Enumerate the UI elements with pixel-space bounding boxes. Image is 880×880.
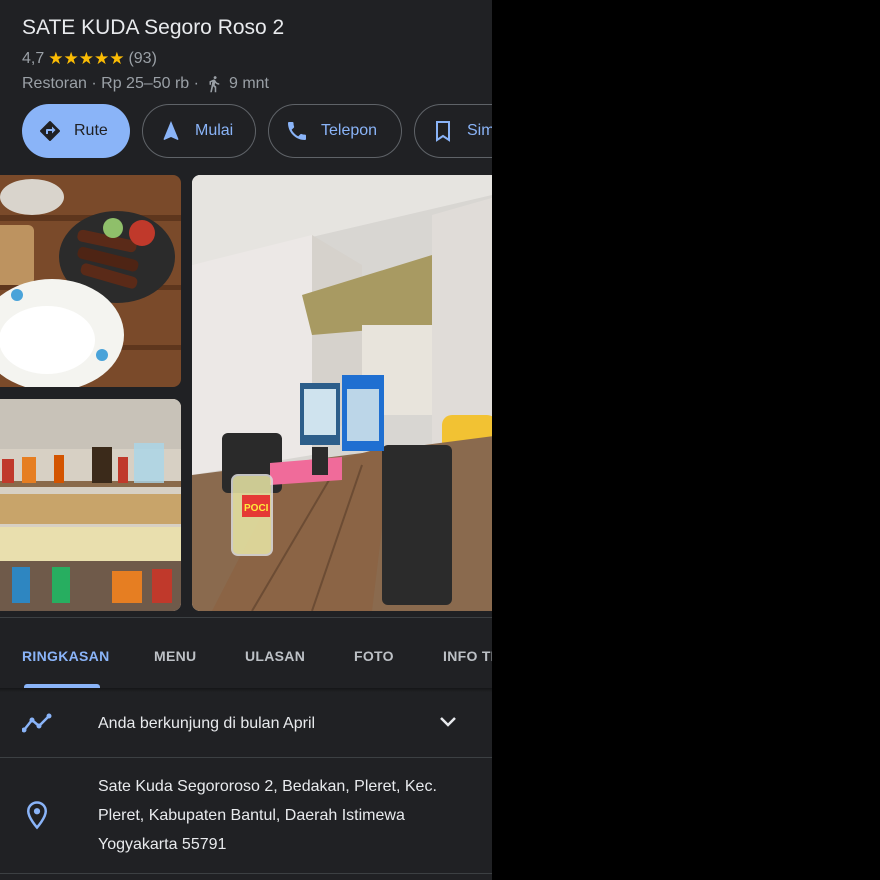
rating-value: 4,7 xyxy=(22,50,45,67)
address-line-2: Pleret, Kabupaten Bantul, Daerah Istimew… xyxy=(98,807,405,824)
walk-time: 9 mnt xyxy=(228,75,269,92)
tab-photos[interactable]: FOTO xyxy=(354,648,394,664)
tab-reviews[interactable]: ULASAN xyxy=(245,648,305,664)
star-rating-icon: ★★★★★ xyxy=(48,49,125,68)
place-meta-row: Restoran · Rp 25–50 rb · 9 mnt xyxy=(22,74,269,94)
address-text: Sate Kuda Segororoso 2, Bedakan, Pleret,… xyxy=(98,772,478,859)
directions-label: Rute xyxy=(74,122,108,139)
call-label: Telepon xyxy=(321,122,378,139)
interior-photo[interactable]: POCI xyxy=(192,175,492,611)
visit-text: Anda berkunjung di bulan April xyxy=(98,715,316,732)
walking-icon xyxy=(205,74,223,94)
visit-history-row[interactable]: Anda berkunjung di bulan April xyxy=(0,692,492,756)
trend-icon xyxy=(22,713,52,733)
action-buttons: Rute Mulai Telepon Sim xyxy=(22,104,492,158)
place-details-panel: SATE KUDA Segoro Roso 2 4,7 ★★★★★ (93) R… xyxy=(0,0,492,880)
bookmark-icon xyxy=(436,121,450,142)
review-count: (93) xyxy=(128,50,157,67)
save-label: Sim xyxy=(467,122,492,139)
photos-divider xyxy=(0,617,492,618)
navigation-icon xyxy=(163,121,179,140)
tab-overview[interactable]: RINGKASAN xyxy=(22,648,109,664)
save-button[interactable]: Sim xyxy=(414,104,492,158)
cup-label: POCI xyxy=(244,503,269,514)
shelf-photo[interactable] xyxy=(0,399,181,611)
start-label: Mulai xyxy=(195,122,234,139)
food-photo[interactable] xyxy=(0,175,181,387)
rating-row[interactable]: 4,7 ★★★★★ (93) xyxy=(22,49,157,69)
start-button[interactable]: Mulai xyxy=(142,104,256,158)
tab-menu[interactable]: MENU xyxy=(154,648,196,664)
directions-button[interactable]: Rute xyxy=(22,104,130,158)
phone-icon xyxy=(288,122,306,140)
call-button[interactable]: Telepon xyxy=(268,104,402,158)
address-line-3: Yogyakarta 55791 xyxy=(98,836,227,853)
address-row[interactable]: Sate Kuda Segororoso 2, Bedakan, Pleret,… xyxy=(0,758,492,872)
category-price: Restoran · Rp 25–50 rb · xyxy=(22,75,199,92)
tab-bar: RINGKASAN MENU ULASAN FOTO INFO TI xyxy=(0,630,492,690)
tab-info[interactable]: INFO TI xyxy=(443,648,492,664)
chevron-down-icon[interactable] xyxy=(438,714,458,730)
place-title: SATE KUDA Segoro Roso 2 xyxy=(22,16,285,39)
directions-icon xyxy=(40,121,60,141)
location-pin-icon xyxy=(26,801,48,830)
address-divider xyxy=(0,873,492,874)
address-line-1: Sate Kuda Segororoso 2, Bedakan, Pleret,… xyxy=(98,778,437,795)
